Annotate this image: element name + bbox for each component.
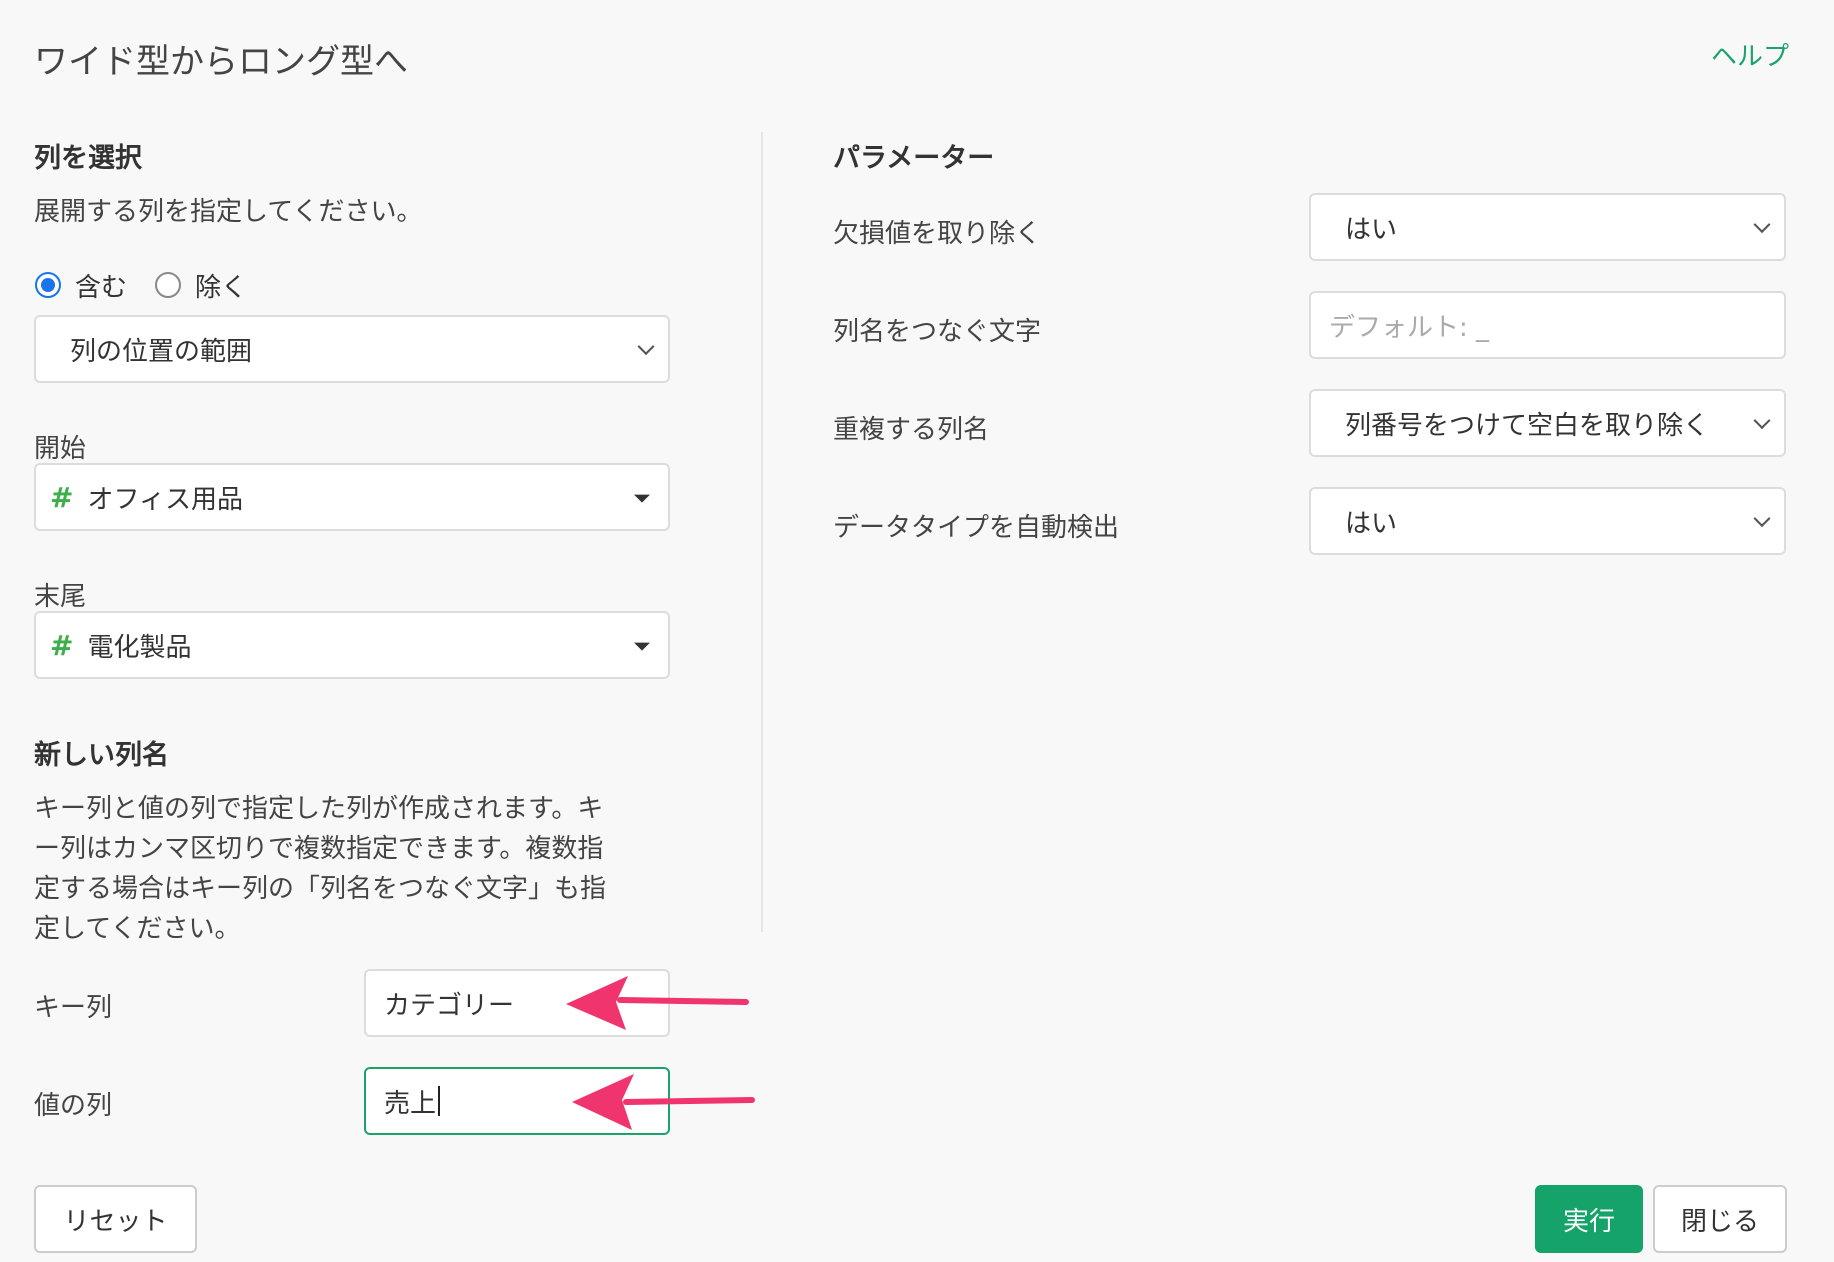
annotation-arrow-icon [572, 1074, 755, 1130]
numeric-type-icon: # [50, 480, 74, 514]
chevron-down-icon [1753, 510, 1771, 528]
duplicate-names-select[interactable]: 列番号をつけて空白を取り除く [1309, 389, 1786, 457]
reset-button[interactable]: リセット [34, 1185, 197, 1253]
exclude-radio-option[interactable]: 除く [155, 267, 247, 304]
numeric-type-icon: # [50, 628, 74, 662]
include-radio-label: 含む [75, 272, 128, 303]
key-column-label: キー列 [34, 993, 113, 1023]
include-exclude-radio-group: 含む 除く [35, 267, 275, 304]
parameters-heading: パラメーター [833, 143, 995, 174]
start-label: 開始 [34, 434, 87, 464]
remove-na-select[interactable]: はい [1309, 193, 1786, 261]
duplicate-names-value: 列番号をつけて空白を取り除く [1345, 410, 1710, 441]
start-column-select[interactable]: # オフィス用品 [34, 463, 670, 531]
column-selection-mode-select[interactable]: 列の位置の範囲 [34, 315, 670, 383]
dialog-title: ワイド型からロング型へ [34, 42, 408, 82]
new-column-names-description: キー列と値の列で指定した列が作成されます。キ ー列はカンマ区切りで複数指定できま… [34, 789, 606, 949]
duplicate-names-label: 重複する列名 [833, 415, 990, 445]
end-column-select[interactable]: # 電化製品 [34, 611, 670, 679]
remove-na-label: 欠損値を取り除く [833, 219, 1042, 249]
separator-input[interactable]: デフォルト: _ [1309, 291, 1786, 359]
value-column-value: 売上 [384, 1088, 437, 1119]
description-line: キー列と値の列で指定した列が作成されます。キ [34, 794, 604, 824]
auto-detect-type-value: はい [1345, 508, 1398, 539]
value-column-label: 値の列 [34, 1091, 113, 1121]
auto-detect-type-label: データタイプを自動検出 [833, 513, 1120, 543]
separator-placeholder: デフォルト: _ [1329, 312, 1490, 343]
include-radio[interactable] [35, 272, 61, 298]
exclude-radio[interactable] [155, 272, 182, 298]
remove-na-value: はい [1345, 214, 1398, 245]
start-column-value: オフィス用品 [87, 484, 243, 515]
select-columns-description: 展開する列を指定してください。 [34, 197, 423, 227]
column-selection-mode-value: 列の位置の範囲 [70, 336, 253, 367]
run-button[interactable]: 実行 [1535, 1185, 1643, 1253]
caret-down-icon [634, 642, 650, 651]
separator-label: 列名をつなぐ文字 [833, 317, 1042, 347]
chevron-down-icon [1753, 412, 1771, 430]
description-line: 定してください。 [34, 914, 241, 944]
auto-detect-type-select[interactable]: はい [1309, 487, 1786, 555]
description-line: 定する場合はキー列の「列名をつなぐ文字」も指 [34, 874, 607, 904]
chevron-down-icon [1753, 216, 1771, 234]
end-label: 末尾 [34, 582, 87, 612]
end-column-value: 電化製品 [87, 632, 192, 663]
new-column-names-heading: 新しい列名 [34, 740, 169, 771]
chevron-down-icon [637, 338, 655, 356]
column-divider [761, 132, 763, 932]
select-columns-heading: 列を選択 [34, 143, 142, 174]
text-cursor [438, 1086, 441, 1116]
caret-down-icon [634, 494, 650, 503]
include-radio-option[interactable]: 含む [35, 267, 127, 304]
help-link[interactable]: ヘルプ [1711, 36, 1789, 73]
exclude-radio-label: 除く [195, 272, 248, 303]
close-button[interactable]: 閉じる [1653, 1185, 1787, 1253]
description-line: ー列はカンマ区切りで複数指定できます。複数指 [34, 834, 604, 864]
key-column-value: カテゴリー [384, 990, 515, 1021]
wide-to-long-dialog: ワイド型からロング型へ ヘルプ 列を選択 展開する列を指定してください。 含む … [0, 0, 1834, 1262]
annotation-arrow-icon [566, 976, 749, 1030]
